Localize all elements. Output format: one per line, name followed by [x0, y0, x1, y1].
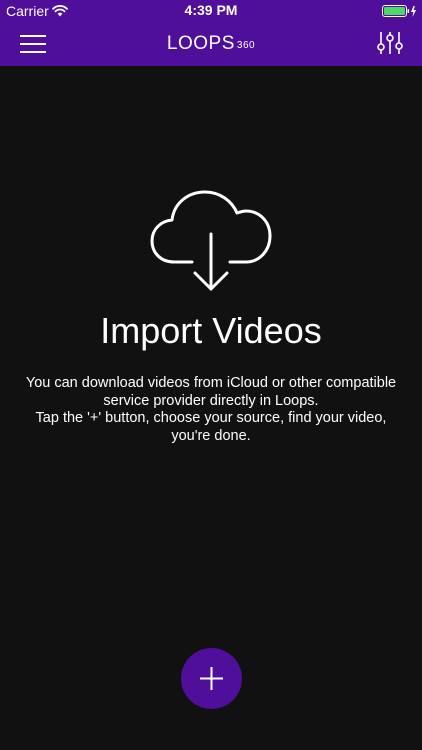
description-line-1: You can download videos from iCloud or o…: [25, 375, 397, 409]
cloud-download-icon: [148, 186, 274, 301]
app-screen: Carrier 4:39 PM LOOPS 360 Import Videos …: [0, 0, 422, 750]
navigation-bar: LOOPS 360: [0, 22, 422, 66]
logo-suffix: 360: [236, 40, 256, 51]
app-logo: LOOPS 360: [0, 33, 422, 55]
empty-state-description: You can download videos from iCloud or o…: [20, 375, 402, 445]
battery-icon: [382, 5, 418, 21]
plus-icon: [200, 667, 223, 690]
status-time: 4:39 PM: [184, 2, 238, 18]
logo-text: LOOPS: [166, 33, 235, 54]
empty-state-title: Import Videos: [100, 310, 322, 351]
top-bar: Carrier 4:39 PM LOOPS 360: [0, 0, 422, 66]
sliders-icon: [377, 32, 403, 54]
add-video-button[interactable]: [181, 648, 242, 709]
description-line-2: Tap the '+' button, choose your source, …: [35, 410, 387, 444]
status-bar: Carrier 4:39 PM: [0, 0, 422, 22]
filter-settings-button[interactable]: [377, 30, 403, 56]
